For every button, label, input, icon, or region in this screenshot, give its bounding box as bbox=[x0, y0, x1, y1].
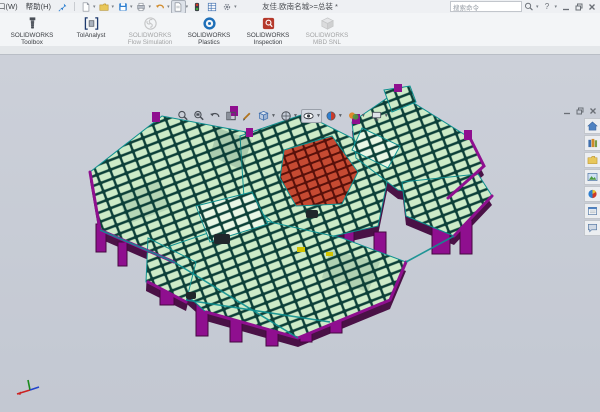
zoom-to-area-button[interactable] bbox=[192, 109, 206, 123]
task-pane-tabs bbox=[584, 118, 600, 236]
doc-restore-button[interactable] bbox=[575, 106, 584, 115]
pin-icon[interactable] bbox=[58, 2, 68, 12]
edit-appearance-button[interactable]: ▼ bbox=[324, 109, 344, 123]
previous-view-button[interactable] bbox=[208, 109, 222, 123]
traffic-light-icon bbox=[192, 2, 202, 12]
page-icon bbox=[173, 2, 183, 12]
chevron-down-icon[interactable]: ▾ bbox=[167, 4, 170, 10]
zoom-area-icon bbox=[193, 110, 205, 122]
view-cube-icon bbox=[257, 110, 270, 122]
view-orientation-button[interactable]: ▼ bbox=[256, 109, 277, 123]
new-document-icon bbox=[81, 2, 91, 12]
solidworks-forum-tab[interactable] bbox=[584, 220, 600, 236]
eye-icon bbox=[302, 110, 315, 122]
chevron-down-icon[interactable]: ▾ bbox=[234, 4, 237, 10]
document-window-controls bbox=[562, 106, 597, 115]
properties-window-icon bbox=[587, 206, 598, 216]
close-button[interactable] bbox=[586, 2, 597, 12]
chevron-down-icon[interactable]: ▾ bbox=[130, 4, 133, 10]
file-properties-button[interactable] bbox=[204, 0, 219, 14]
chevron-down-icon[interactable]: ▾ bbox=[93, 4, 96, 10]
coordinate-triad bbox=[17, 380, 39, 395]
undo-icon bbox=[155, 2, 165, 12]
search-input[interactable]: 搜索命令 bbox=[450, 1, 522, 12]
search-cluster: 搜索命令 ▾ ? ▾ bbox=[450, 1, 600, 12]
home-icon bbox=[587, 121, 598, 131]
open-folder-icon bbox=[99, 2, 109, 12]
open-document-button[interactable] bbox=[97, 0, 112, 14]
chevron-down-icon[interactable]: ▾ bbox=[554, 4, 557, 10]
print-icon bbox=[136, 2, 146, 12]
annotation-view-button[interactable] bbox=[240, 109, 254, 123]
graphics-viewport[interactable]: ▼ ▼ ▼ ▼ ▼ bbox=[0, 54, 600, 412]
appearance-sphere-icon bbox=[587, 189, 598, 199]
chevron-down-icon[interactable]: ▾ bbox=[186, 4, 189, 10]
options-button[interactable] bbox=[219, 0, 234, 14]
chevron-down-icon: ▼ bbox=[338, 113, 343, 119]
separator bbox=[74, 2, 75, 11]
chevron-down-icon[interactable]: ▾ bbox=[536, 4, 539, 10]
picture-icon bbox=[587, 172, 598, 182]
rebuild-button[interactable] bbox=[189, 0, 204, 14]
formwork-model[interactable] bbox=[90, 84, 492, 347]
doc-minimize-button[interactable] bbox=[562, 106, 571, 115]
monitor-icon bbox=[370, 110, 383, 122]
appearances-scenes-tab[interactable] bbox=[584, 186, 600, 202]
display-style-button[interactable]: ▼ bbox=[279, 109, 299, 123]
appearance-ball-icon bbox=[325, 110, 337, 122]
title-bar: 口(W) 帮助(H) ▾ ▾ ▾ ▾ ▾ bbox=[0, 0, 600, 14]
chevron-down-icon: ▼ bbox=[361, 113, 366, 119]
hide-show-items-button[interactable]: ▼ bbox=[301, 109, 322, 123]
flow-simulation-icon bbox=[143, 16, 158, 31]
plastics-icon bbox=[202, 16, 217, 31]
tolanalyst-icon bbox=[84, 16, 99, 31]
minimize-button[interactable] bbox=[560, 2, 571, 12]
menu-window[interactable]: 口(W) bbox=[0, 1, 22, 12]
section-view-button[interactable] bbox=[224, 109, 238, 123]
doc-close-button[interactable] bbox=[588, 106, 597, 115]
gear-icon bbox=[222, 2, 232, 12]
viewport-canvas[interactable] bbox=[0, 54, 600, 412]
books-icon bbox=[587, 138, 598, 148]
chevron-down-icon: ▼ bbox=[384, 113, 389, 119]
chevron-down-icon: ▼ bbox=[271, 113, 276, 119]
speech-bubble-icon bbox=[587, 223, 598, 233]
view-palette-tab[interactable] bbox=[584, 169, 600, 185]
help-button[interactable]: ? bbox=[541, 2, 552, 12]
chevron-down-icon: ▼ bbox=[316, 113, 321, 119]
search-icon[interactable] bbox=[524, 2, 534, 12]
design-library-tab[interactable] bbox=[584, 135, 600, 151]
command-manager: SOLIDWORKS Toolbox TolAnalyst SOLIDWORKS… bbox=[0, 13, 600, 48]
view-settings-button[interactable]: ▼ bbox=[369, 109, 390, 123]
restore-button[interactable] bbox=[573, 2, 584, 12]
toolbox-bolt-icon bbox=[25, 16, 40, 31]
headsup-view-toolbar: ▼ ▼ ▼ ▼ ▼ bbox=[176, 109, 390, 123]
section-view-icon bbox=[225, 110, 237, 122]
annotation-icon bbox=[241, 110, 253, 122]
solidworks-resources-tab[interactable] bbox=[584, 118, 600, 134]
ribbon-tab-strip[interactable] bbox=[0, 46, 600, 55]
apply-scene-button[interactable]: ▼ bbox=[346, 109, 367, 123]
zoom-to-fit-button[interactable] bbox=[176, 109, 190, 123]
undo-button[interactable] bbox=[152, 0, 167, 14]
chevron-down-icon[interactable]: ▾ bbox=[149, 4, 152, 10]
chevron-down-icon: ▼ bbox=[293, 113, 298, 119]
zoom-fit-icon bbox=[177, 110, 189, 122]
scene-icon bbox=[347, 110, 360, 122]
new-document-button[interactable] bbox=[78, 0, 93, 14]
properties-grid-icon bbox=[207, 2, 217, 12]
mbd-cube-icon bbox=[320, 16, 335, 31]
custom-properties-tab[interactable] bbox=[584, 203, 600, 219]
save-icon bbox=[118, 2, 128, 12]
menu-help[interactable]: 帮助(H) bbox=[22, 1, 55, 12]
folder-icon bbox=[587, 155, 598, 165]
page-tool-button[interactable] bbox=[171, 0, 186, 14]
previous-view-icon bbox=[209, 110, 221, 122]
display-style-icon bbox=[280, 110, 292, 122]
print-button[interactable] bbox=[134, 0, 149, 14]
file-explorer-tab[interactable] bbox=[584, 152, 600, 168]
inspection-icon bbox=[261, 16, 276, 31]
chevron-down-icon[interactable]: ▾ bbox=[112, 4, 115, 10]
save-button[interactable] bbox=[115, 0, 130, 14]
